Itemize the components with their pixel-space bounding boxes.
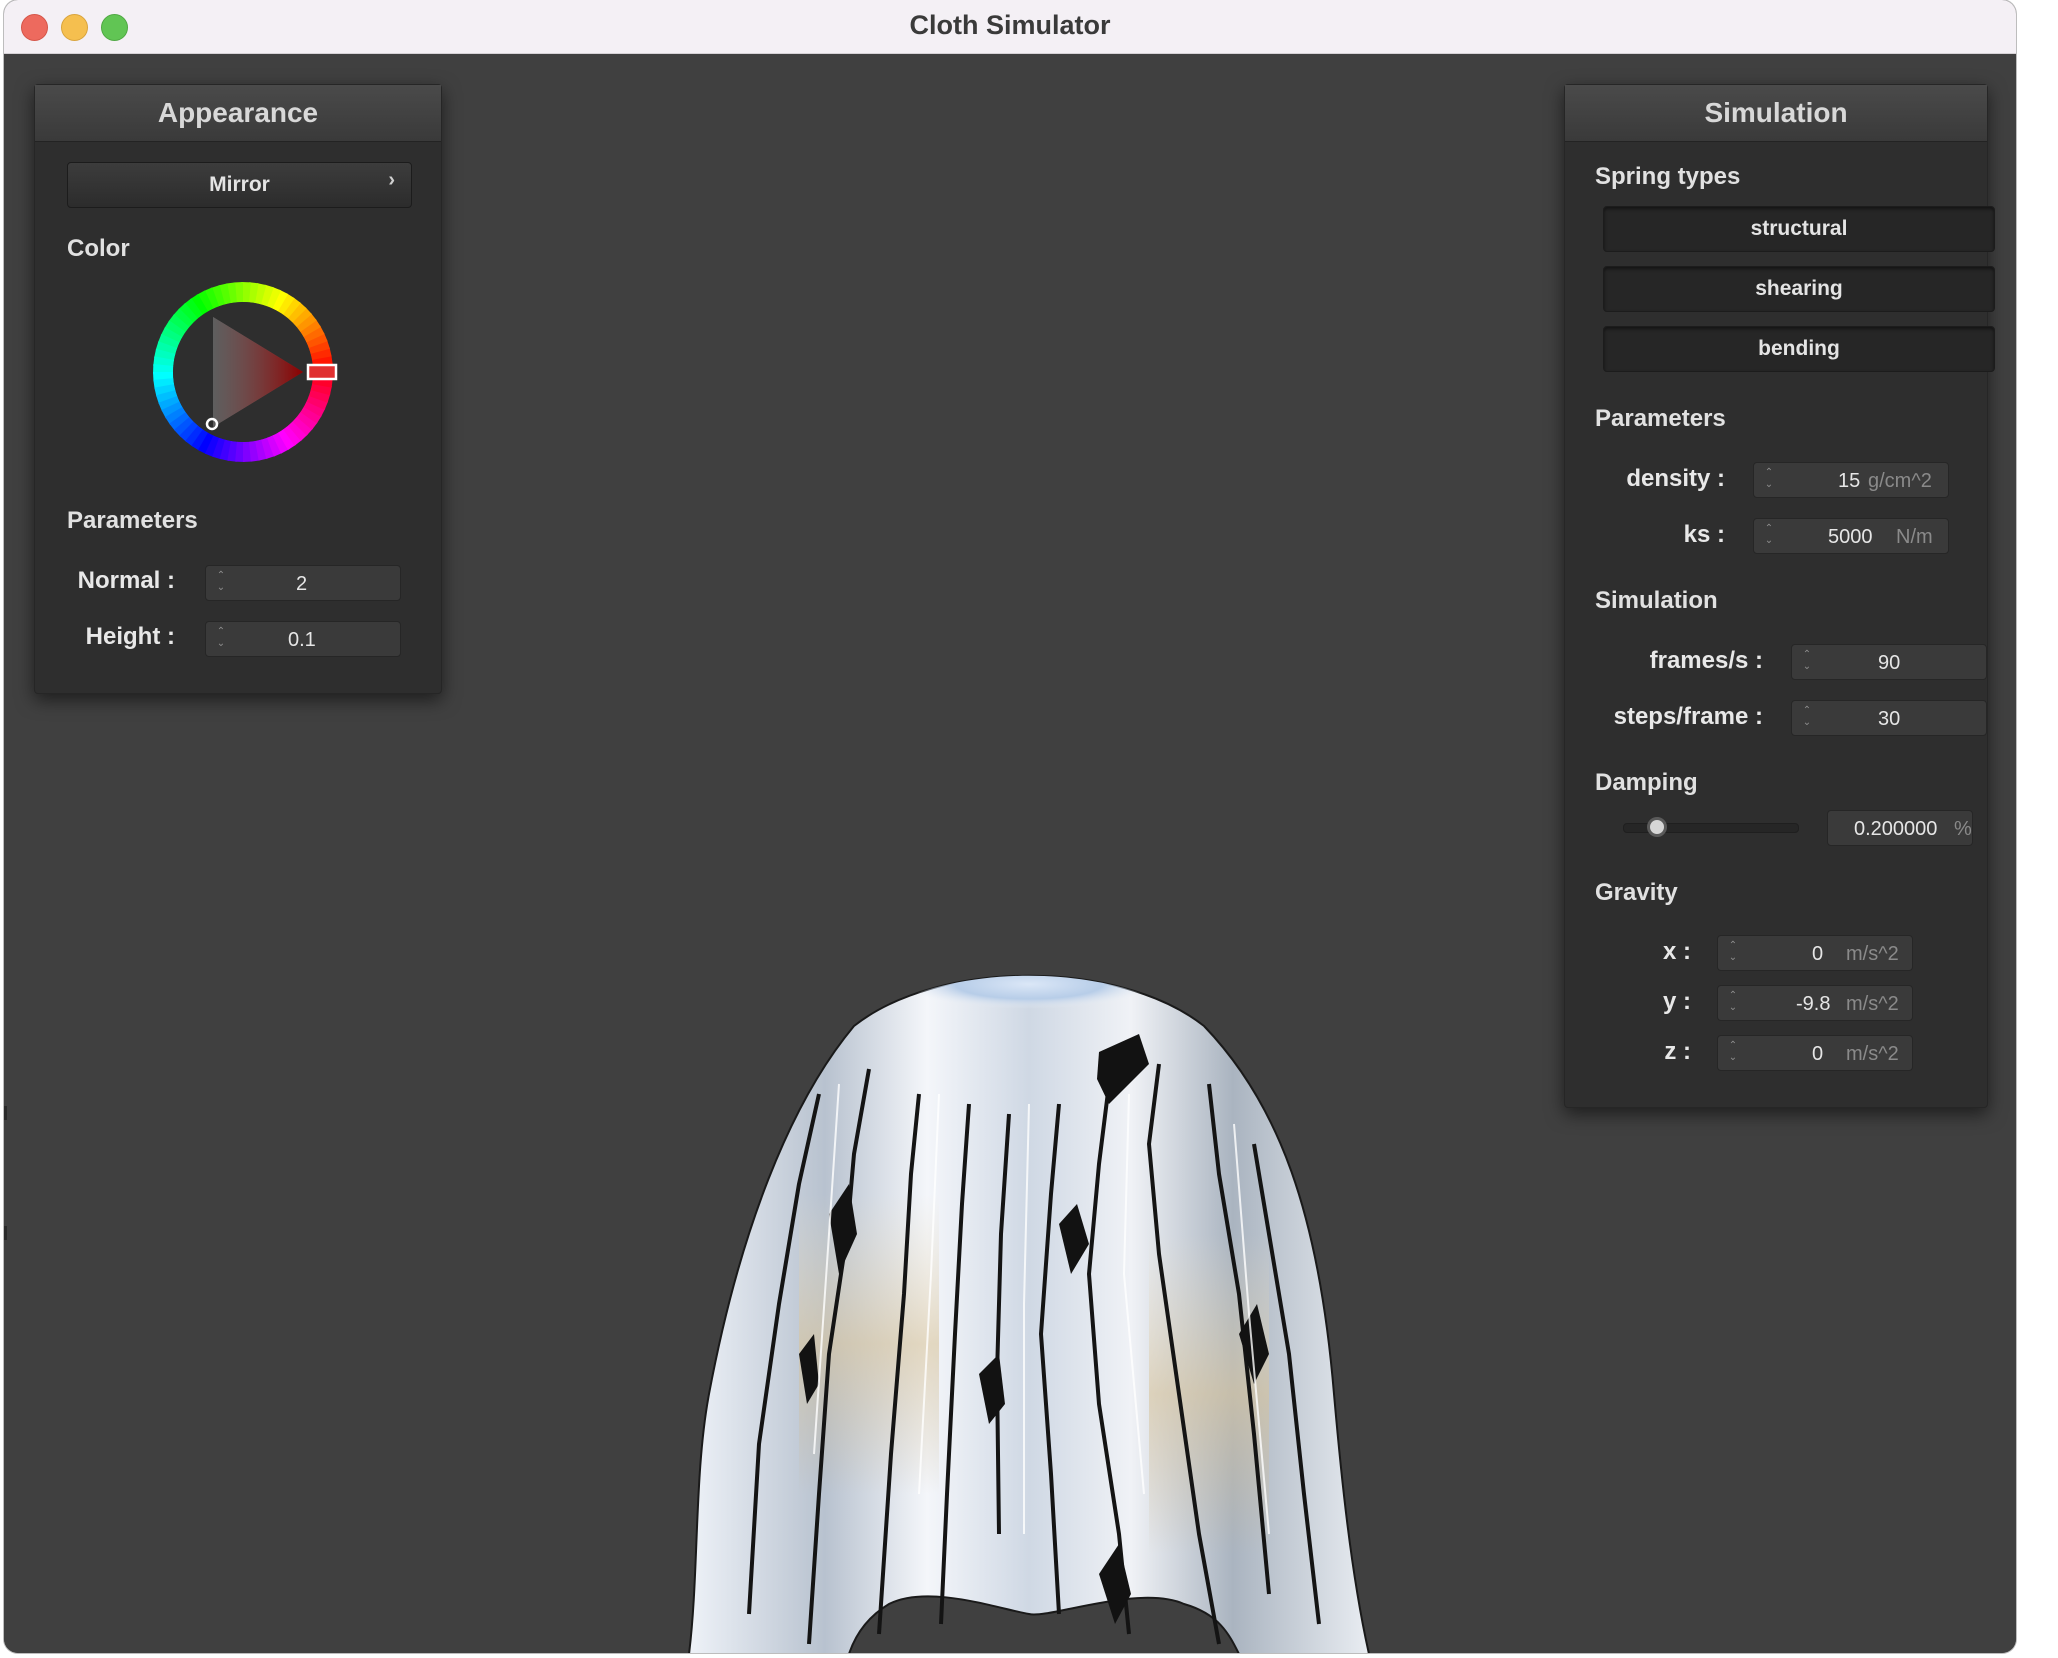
simulation-section-label: Simulation bbox=[1595, 587, 1718, 614]
normal-input[interactable]: ⌃ ⌄ 2 bbox=[205, 565, 401, 601]
spinner-icon[interactable]: ⌃ ⌄ bbox=[1726, 940, 1740, 964]
height-label: Height : bbox=[85, 623, 175, 650]
fps-label: frames/s : bbox=[1649, 647, 1763, 674]
spinner-icon[interactable]: ⌃ ⌄ bbox=[1762, 523, 1776, 547]
spinner-icon[interactable]: ⌃ ⌄ bbox=[1726, 990, 1740, 1014]
gravity-label: Gravity bbox=[1595, 879, 1678, 906]
gravity-x-input[interactable]: ⌃ ⌄ 0 m/s^2 bbox=[1717, 935, 1913, 971]
shader-select-label: Mirror bbox=[209, 173, 270, 196]
height-input[interactable]: ⌃ ⌄ 0.1 bbox=[205, 621, 401, 657]
damping-label: Damping bbox=[1595, 769, 1698, 796]
simulation-header[interactable]: Simulation bbox=[1565, 85, 1987, 142]
ks-input[interactable]: ⌃ ⌄ 5000 N/m bbox=[1753, 518, 1949, 554]
fps-input[interactable]: ⌃ ⌄ 90 bbox=[1791, 644, 1987, 680]
title-bar[interactable]: Cloth Simulator bbox=[4, 0, 2016, 54]
spinner-icon[interactable]: ⌃ ⌄ bbox=[214, 626, 228, 650]
spinner-icon[interactable]: ⌃ ⌄ bbox=[1726, 1040, 1740, 1064]
gravity-x-label: x : bbox=[1662, 938, 1691, 965]
app-window: Cloth Simulator Appearance Mirror › Colo… bbox=[4, 0, 2016, 1653]
gravity-y-input[interactable]: ⌃ ⌄ -9.8 m/s^2 bbox=[1717, 985, 1913, 1021]
appearance-header[interactable]: Appearance bbox=[35, 85, 441, 142]
spinner-icon[interactable]: ⌃ ⌄ bbox=[1800, 705, 1814, 729]
density-input[interactable]: ⌃ ⌄ 15 g/cm^2 bbox=[1753, 462, 1949, 498]
gravity-z-input[interactable]: ⌃ ⌄ 0 m/s^2 bbox=[1717, 1035, 1913, 1071]
cloth-mesh bbox=[688, 974, 1370, 1653]
appearance-parameters-label: Parameters bbox=[67, 507, 198, 534]
color-label: Color bbox=[67, 235, 130, 262]
spinner-icon[interactable]: ⌃ ⌄ bbox=[1762, 467, 1776, 491]
parameters-label: Parameters bbox=[1595, 405, 1726, 432]
color-wheel[interactable] bbox=[148, 277, 338, 467]
density-label: density : bbox=[1626, 465, 1725, 492]
spinner-icon[interactable]: ⌃ ⌄ bbox=[214, 570, 228, 594]
gravity-y-label: y : bbox=[1662, 988, 1691, 1015]
damping-input[interactable]: 0.200000 % bbox=[1827, 810, 1973, 846]
bending-toggle[interactable]: bending bbox=[1603, 326, 1995, 372]
chevron-right-icon: › bbox=[388, 169, 395, 191]
spring-types-label: Spring types bbox=[1595, 163, 1741, 190]
spinner-icon[interactable]: ⌃ ⌄ bbox=[1800, 649, 1814, 673]
normal-label: Normal : bbox=[77, 567, 175, 594]
steps-input[interactable]: ⌃ ⌄ 30 bbox=[1791, 700, 1987, 736]
gravity-z-label: z : bbox=[1664, 1038, 1691, 1065]
damping-slider-knob[interactable] bbox=[1647, 817, 1667, 837]
structural-toggle[interactable]: structural bbox=[1603, 206, 1995, 252]
window-title: Cloth Simulator bbox=[909, 10, 1111, 40]
3d-viewport[interactable]: Appearance Mirror › Color Parameters Nor… bbox=[4, 54, 2016, 1653]
shearing-toggle[interactable]: shearing bbox=[1603, 266, 1995, 312]
simulation-panel: Simulation Spring types structural shear… bbox=[1564, 84, 1995, 1108]
appearance-panel: Appearance Mirror › Color Parameters Nor… bbox=[34, 84, 442, 694]
steps-label: steps/frame : bbox=[1613, 703, 1763, 730]
ks-label: ks : bbox=[1683, 521, 1725, 548]
shader-select-button[interactable]: Mirror › bbox=[67, 162, 412, 208]
hue-marker bbox=[306, 363, 338, 381]
